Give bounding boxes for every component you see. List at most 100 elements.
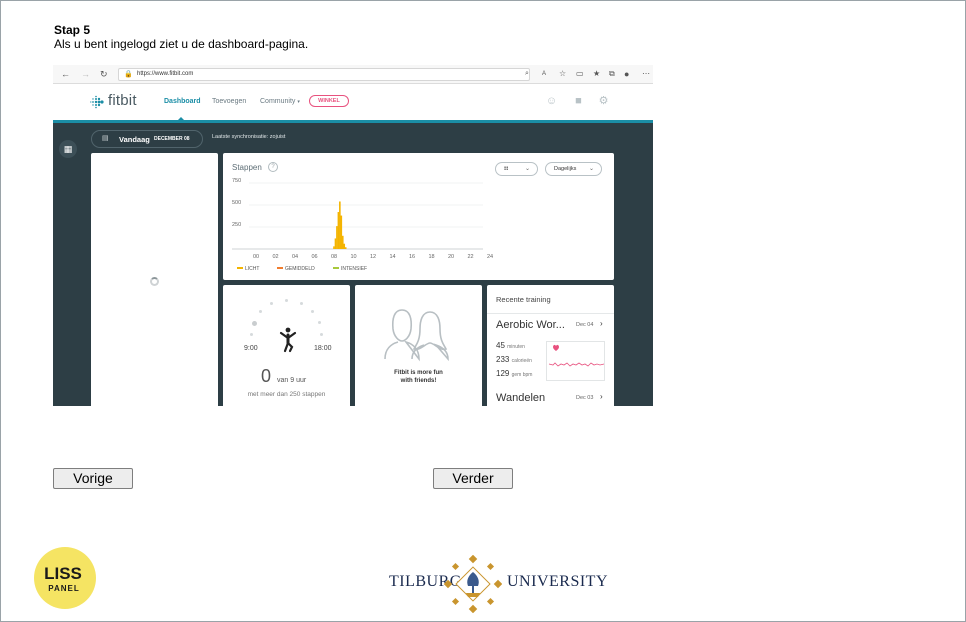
loading-spinner-icon bbox=[150, 277, 159, 286]
divider bbox=[487, 313, 614, 314]
period-select: Dagelijks ⌄ bbox=[545, 162, 602, 176]
training-title: Recente training bbox=[496, 295, 551, 304]
training-item-date: Dec 04 bbox=[576, 322, 594, 328]
apps-grid-icon: ▦ bbox=[59, 140, 77, 158]
goal-dot bbox=[259, 310, 262, 313]
friends-icon bbox=[384, 309, 449, 362]
sync-status: Laatste synchronisatie: zojuist bbox=[212, 134, 286, 140]
training-stat: 129 gem bpm bbox=[496, 369, 533, 378]
url-text: https://www.fitbit.com bbox=[137, 71, 194, 77]
goal-time-start: 9:00 bbox=[244, 345, 258, 352]
profile-icon: ● bbox=[624, 69, 630, 79]
header-accent-line bbox=[53, 120, 653, 123]
step-bar bbox=[333, 246, 335, 249]
split-icon: ▭ bbox=[576, 69, 584, 78]
heart-icon bbox=[553, 344, 559, 351]
tilburg-logo-right-text: UNIVERSITY bbox=[507, 573, 608, 590]
training-stat: 233 calorieën bbox=[496, 355, 532, 364]
steps-title: Stappen bbox=[232, 163, 262, 172]
help-icon: ? bbox=[268, 162, 278, 172]
liss-logo-text: LISS bbox=[44, 564, 82, 583]
x-tick-label: 08 bbox=[331, 254, 337, 260]
y-tick-label: 500 bbox=[232, 200, 241, 206]
chevron-right-icon: › bbox=[600, 392, 603, 401]
goal-of-hours: van 9 uur bbox=[277, 377, 307, 384]
goal-time-end: 18:00 bbox=[314, 345, 332, 352]
goal-dot bbox=[285, 299, 288, 302]
friends-tile: Fitbit is more fun with friends! bbox=[355, 285, 482, 406]
goal-dot bbox=[270, 302, 273, 305]
footsteps-icon: ⁝⁝ bbox=[504, 166, 509, 172]
avatar-icon: ☺ bbox=[545, 95, 558, 107]
step-bar bbox=[336, 226, 338, 249]
chevron-down-icon: ⌄ bbox=[588, 166, 594, 172]
legend-swatch bbox=[277, 267, 283, 269]
x-tick-label: 18 bbox=[428, 254, 434, 260]
chevron-down-icon: ▾ bbox=[297, 99, 300, 105]
friends-message: Fitbit is more fun with friends! bbox=[355, 369, 482, 385]
heart-rate-line bbox=[548, 362, 605, 367]
gear-icon: ⚙ bbox=[598, 95, 609, 107]
legend-swatch bbox=[333, 267, 339, 269]
x-tick-label: 12 bbox=[370, 254, 376, 260]
steps-tile: 750 500 250 00 02 04 06 08 10 12 14 16 18 20 22 24 LICHT… bbox=[223, 153, 614, 280]
legend-label: LICHT bbox=[245, 266, 259, 272]
date-month: DECEMBER 08 bbox=[154, 136, 190, 142]
loading-tile bbox=[91, 153, 218, 406]
step-bar bbox=[340, 215, 343, 249]
chevron-right-icon: › bbox=[600, 319, 603, 328]
fitbit-logo-text: fitbit bbox=[108, 92, 137, 109]
refresh-icon: ↻ bbox=[100, 69, 108, 79]
previous-button[interactable]: Vorige bbox=[53, 468, 133, 489]
forward-icon: → bbox=[81, 69, 90, 79]
collections-icon: ⧉ bbox=[609, 69, 615, 78]
chevron-down-icon: ⌄ bbox=[524, 166, 530, 172]
more-icon: ⋯ bbox=[642, 69, 650, 78]
legend-label: INTENSIEF bbox=[341, 266, 367, 272]
period-select-value: Dagelijks bbox=[554, 166, 577, 172]
hourly-goal-tile: 9:00 18:00 0 van 9 uur met meer dan 250 … bbox=[223, 285, 350, 406]
legend-label: GEMIDDELD bbox=[285, 266, 315, 272]
step-bar bbox=[343, 243, 346, 249]
activity-type-select: ⁝⁝ ⌄ bbox=[495, 162, 538, 176]
y-tick-label: 250 bbox=[232, 222, 241, 228]
step-title: Stap 5 bbox=[54, 23, 91, 37]
training-item-name: Aerobic Wor... bbox=[496, 319, 565, 331]
training-stat: 45 minuten bbox=[496, 341, 525, 350]
step-bar bbox=[339, 201, 341, 249]
legend-swatch bbox=[237, 267, 243, 269]
favorite-icon: ☆ bbox=[559, 69, 567, 78]
browser-toolbar: ← → ↻ 🔒 https://www.fitbit.com ⌕ A ☆ ▭ ★… bbox=[53, 65, 653, 84]
x-tick-label: 24 bbox=[487, 254, 493, 260]
step-bar bbox=[341, 235, 344, 249]
goal-count: 0 bbox=[261, 366, 272, 386]
training-item-name: Wandelen bbox=[496, 392, 546, 404]
x-tick-label: 22 bbox=[467, 254, 473, 260]
nav-winkel: WINKEL bbox=[309, 95, 349, 107]
tilburg-seal-logo bbox=[444, 555, 502, 613]
step-bar bbox=[337, 212, 340, 249]
goal-dot bbox=[250, 333, 253, 336]
goal-dot bbox=[300, 302, 303, 305]
date-selector: ▤ Vandaag DECEMBER 08 bbox=[91, 130, 203, 148]
liss-logo-subtext: PANEL bbox=[48, 584, 80, 593]
y-tick-label: 750 bbox=[232, 178, 241, 184]
goal-dot bbox=[311, 310, 314, 313]
nav-community: Community ▾ bbox=[260, 98, 300, 105]
back-icon: ← bbox=[61, 69, 70, 79]
friends-line-2: with friends! bbox=[400, 378, 437, 384]
search-icon: ⌕ bbox=[525, 70, 529, 77]
fitbit-logo-icon bbox=[90, 95, 104, 109]
lock-icon: 🔒 bbox=[124, 71, 133, 78]
training-item-date: Dec 03 bbox=[576, 395, 594, 401]
goal-dot bbox=[320, 333, 323, 336]
dashboard-screenshot: ← → ↻ 🔒 https://www.fitbit.com ⌕ A ☆ ▭ ★… bbox=[53, 65, 653, 406]
favorites-icon: ★ bbox=[593, 69, 601, 78]
x-tick-label: 14 bbox=[389, 254, 395, 260]
step-bar bbox=[334, 238, 337, 249]
next-button[interactable]: Verder bbox=[433, 468, 513, 489]
x-tick-label: 00 bbox=[253, 254, 259, 260]
x-tick-label: 02 bbox=[272, 254, 278, 260]
goal-subtitle: met meer dan 250 stappen bbox=[247, 391, 326, 398]
address-bar: 🔒 https://www.fitbit.com bbox=[118, 68, 530, 81]
